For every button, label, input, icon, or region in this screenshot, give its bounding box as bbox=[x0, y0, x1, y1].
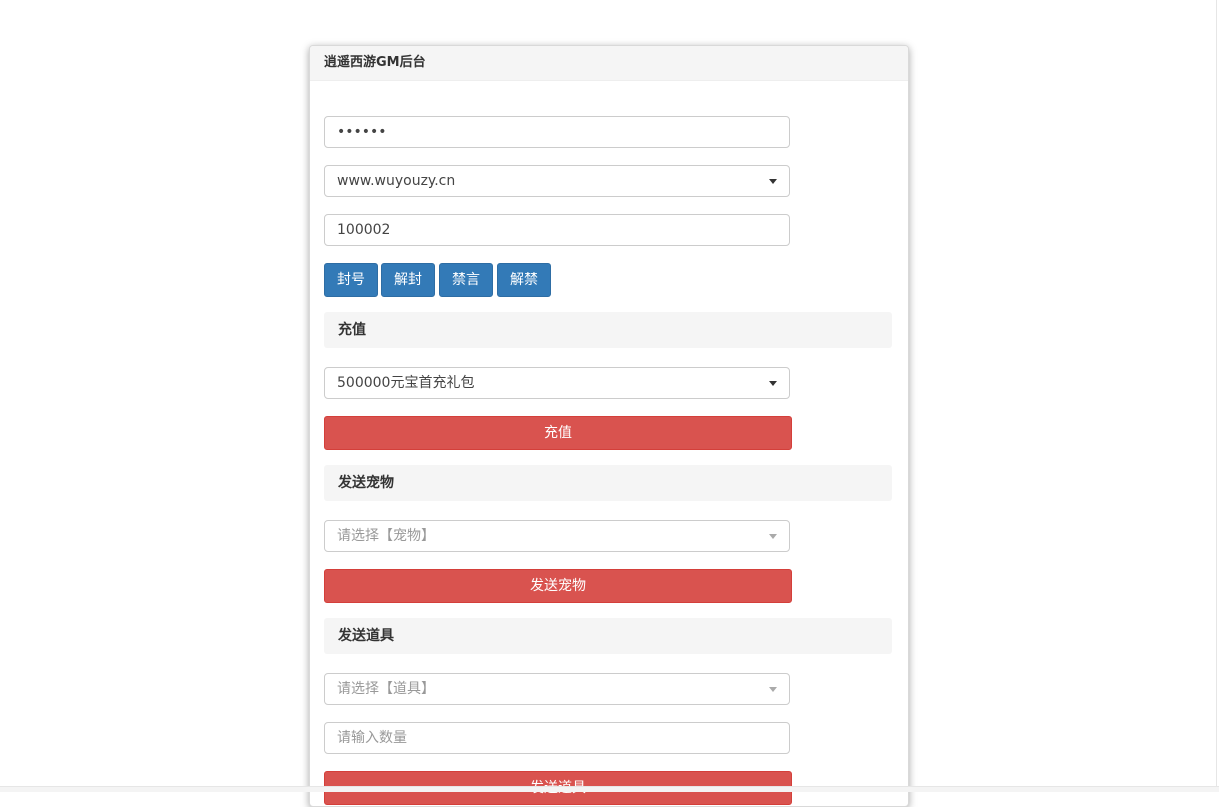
player-id-field[interactable]: 100002 bbox=[324, 214, 790, 246]
item-select-placeholder: 请选择【道具】 bbox=[337, 681, 435, 697]
pet-section-header: 发送宠物 bbox=[324, 465, 892, 501]
unmute-button[interactable]: 解禁 bbox=[497, 263, 551, 297]
server-select[interactable]: www.wuyouzy.cn bbox=[324, 165, 790, 197]
server-selected-value: www.wuyouzy.cn bbox=[337, 173, 456, 189]
password-field[interactable]: •••••• bbox=[324, 116, 790, 148]
ban-button[interactable]: 封号 bbox=[324, 263, 378, 297]
item-select[interactable]: 请选择【道具】 bbox=[324, 673, 790, 705]
chevron-down-icon bbox=[769, 687, 777, 692]
recharge-package-value: 500000元宝首充礼包 bbox=[337, 375, 475, 391]
password-value: •••••• bbox=[337, 124, 387, 140]
item-section-header: 发送道具 bbox=[324, 618, 892, 654]
chevron-down-icon bbox=[769, 534, 777, 539]
item-quantity-placeholder: 请输入数量 bbox=[337, 730, 407, 746]
chevron-down-icon bbox=[769, 179, 777, 184]
pet-select-placeholder: 请选择【宠物】 bbox=[337, 528, 435, 544]
player-id-value: 100002 bbox=[337, 222, 391, 238]
recharge-package-select[interactable]: 500000元宝首充礼包 bbox=[324, 367, 790, 399]
pet-select[interactable]: 请选择【宠物】 bbox=[324, 520, 790, 552]
chevron-down-icon bbox=[769, 381, 777, 386]
gm-panel: 逍遥西游GM后台 •••••• www.wuyouzy.cn 100002 封号… bbox=[309, 45, 909, 807]
item-quantity-input[interactable]: 请输入数量 bbox=[324, 722, 790, 754]
unban-button[interactable]: 解封 bbox=[381, 263, 435, 297]
send-pet-button[interactable]: 发送宠物 bbox=[324, 569, 792, 603]
recharge-button[interactable]: 充值 bbox=[324, 416, 792, 450]
page-right-border bbox=[1216, 0, 1217, 791]
recharge-section-header: 充值 bbox=[324, 312, 892, 348]
page-bottom-bar bbox=[0, 786, 1219, 792]
panel-title: 逍遥西游GM后台 bbox=[310, 46, 908, 81]
mute-button[interactable]: 禁言 bbox=[439, 263, 493, 297]
